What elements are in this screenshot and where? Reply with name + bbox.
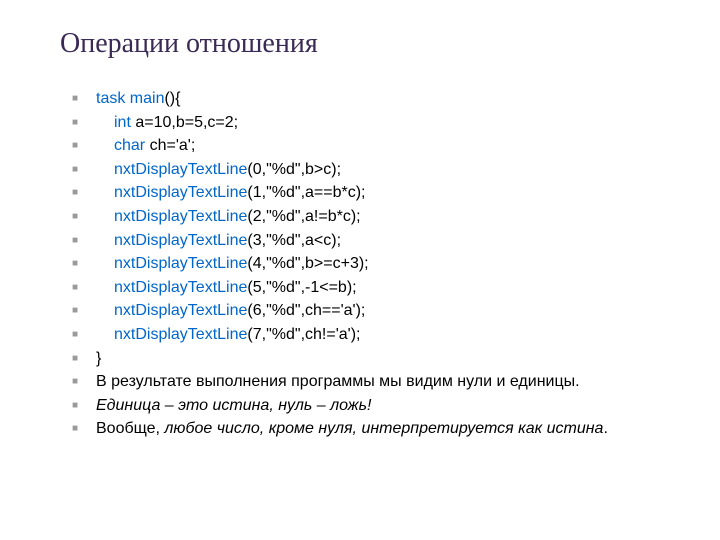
function-name: nxtDisplayTextLine <box>114 232 247 249</box>
code-line-5: nxtDisplayTextLine(2,"%d",a!=b*c); <box>96 206 680 228</box>
code-text: ch='a'; <box>145 137 195 154</box>
code-text: (7,"%d",ch!='a'); <box>247 326 360 343</box>
slide-title: Операции отношения <box>60 28 680 60</box>
keyword: char <box>114 137 145 154</box>
code-text: (4,"%d",b>=c+3); <box>247 255 368 272</box>
function-name: nxtDisplayTextLine <box>114 255 247 272</box>
code-text: (){ <box>164 90 180 107</box>
function-name: nxtDisplayTextLine <box>114 184 247 201</box>
code-line-7: nxtDisplayTextLine(4,"%d",b>=c+3); <box>96 253 680 275</box>
keyword: int <box>114 114 131 131</box>
function-name: nxtDisplayTextLine <box>114 302 247 319</box>
code-text: (1,"%d",a==b*c); <box>247 184 365 201</box>
code-line-11: } <box>96 348 680 370</box>
function-name: nxtDisplayTextLine <box>114 161 247 178</box>
slide: Операции отношения task main(){ int a=10… <box>0 0 720 540</box>
code-text: (0,"%d",b>c); <box>247 161 341 178</box>
keyword: task main <box>96 90 164 107</box>
code-text: (2,"%d",a!=b*c); <box>247 208 360 225</box>
code-line-10: nxtDisplayTextLine(7,"%d",ch!='a'); <box>96 324 680 346</box>
text: . <box>603 420 607 437</box>
truth-line: Единица – это истина, нуль – ложь! <box>96 395 680 417</box>
body-list: task main(){ int a=10,b=5,c=2; char ch='… <box>60 88 680 440</box>
code-text: (5,"%d",-1<=b); <box>247 279 356 296</box>
text-italic: любое число, кроме нуля, интерпретируетс… <box>164 420 603 437</box>
code-text: (6,"%d",ch=='a'); <box>247 302 365 319</box>
code-text: (3,"%d",a<c); <box>247 232 341 249</box>
code-line-3: nxtDisplayTextLine(0,"%d",b>c); <box>96 159 680 181</box>
function-name: nxtDisplayTextLine <box>114 279 247 296</box>
code-line-6: nxtDisplayTextLine(3,"%d",a<c); <box>96 230 680 252</box>
code-line-8: nxtDisplayTextLine(5,"%d",-1<=b); <box>96 277 680 299</box>
code-line-1: int a=10,b=5,c=2; <box>96 112 680 134</box>
code-line-0: task main(){ <box>96 88 680 110</box>
text: В результате выполнения программы мы вид… <box>96 373 580 390</box>
result-line: В результате выполнения программы мы вид… <box>96 371 680 393</box>
text: Вообще, <box>96 420 164 437</box>
code-text: a=10,b=5,c=2; <box>131 114 238 131</box>
generally-line: Вообще, любое число, кроме нуля, интерпр… <box>96 418 680 440</box>
code-line-4: nxtDisplayTextLine(1,"%d",a==b*c); <box>96 182 680 204</box>
function-name: nxtDisplayTextLine <box>114 208 247 225</box>
text-italic: Единица – это истина, нуль – ложь! <box>96 397 372 414</box>
function-name: nxtDisplayTextLine <box>114 326 247 343</box>
code-line-9: nxtDisplayTextLine(6,"%d",ch=='a'); <box>96 300 680 322</box>
code-line-2: char ch='a'; <box>96 135 680 157</box>
code-text: } <box>96 350 101 367</box>
